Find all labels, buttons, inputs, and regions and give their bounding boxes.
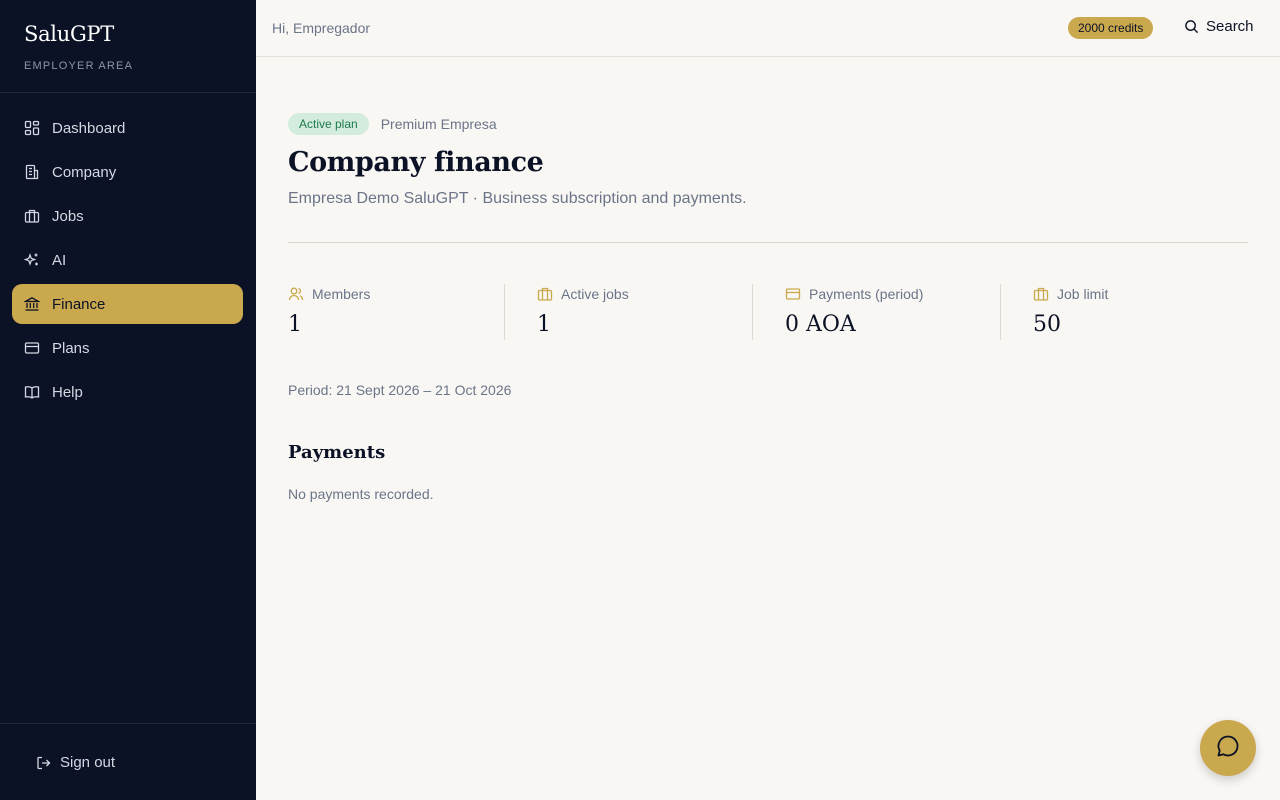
- search-button[interactable]: Search: [1184, 18, 1254, 35]
- greeting: Hi, Empregador: [272, 20, 371, 36]
- sidebar-item-label: Finance: [52, 295, 106, 313]
- search-label: Search: [1206, 18, 1254, 35]
- stat-label: Members: [312, 286, 371, 302]
- plan-name: Premium Empresa: [380, 116, 497, 132]
- topbar: Hi, Empregador 2000 credits Search: [256, 0, 1280, 57]
- credit-card-icon: [24, 340, 40, 356]
- briefcase-icon: [1033, 286, 1049, 302]
- sidebar: SaluGPT EMPLOYER AREA Dashboard Company …: [0, 0, 256, 800]
- sidebar-footer: Sign out: [0, 723, 256, 800]
- brand-name[interactable]: SaluGPT: [24, 22, 232, 46]
- briefcase-icon: [24, 208, 40, 224]
- chat-button[interactable]: [1200, 720, 1256, 776]
- stat-label: Job limit: [1057, 286, 1109, 302]
- sparkles-icon: [24, 252, 40, 268]
- dashboard-icon: [24, 120, 40, 136]
- sidebar-item-ai[interactable]: AI: [12, 240, 243, 280]
- users-icon: [288, 286, 304, 302]
- stat-payments: Payments (period) 0 AOA: [752, 284, 1000, 340]
- stat-job-limit: Job limit 50: [1000, 284, 1248, 340]
- page-title: Company finance: [288, 147, 544, 178]
- period-text: Period: 21 Sept 2026 – 21 Oct 2026: [288, 382, 512, 398]
- sidebar-item-label: Company: [52, 163, 117, 181]
- sidebar-item-jobs[interactable]: Jobs: [12, 196, 243, 236]
- sidebar-item-label: AI: [52, 251, 67, 269]
- bank-icon: [24, 296, 40, 312]
- stat-value: 1: [537, 312, 551, 337]
- sidebar-item-dashboard[interactable]: Dashboard: [12, 108, 243, 148]
- sidebar-item-label: Dashboard: [52, 119, 126, 137]
- sign-out-label: Sign out: [60, 754, 116, 771]
- sidebar-item-help[interactable]: Help: [12, 372, 243, 412]
- sidebar-item-label: Plans: [52, 339, 90, 357]
- search-icon: [1184, 19, 1199, 34]
- stat-label: Active jobs: [561, 286, 629, 302]
- sign-out-button[interactable]: Sign out: [36, 754, 115, 771]
- chat-bubble-icon: [1215, 733, 1241, 764]
- stat-active-jobs: Active jobs 1: [504, 284, 752, 340]
- brand: SaluGPT EMPLOYER AREA: [0, 0, 256, 93]
- stats-row: Members 1 Active jobs 1 Payments (period…: [288, 284, 1248, 340]
- sidebar-item-label: Help: [52, 383, 83, 401]
- stat-value: 0 AOA: [785, 312, 856, 337]
- stat-members: Members 1: [288, 284, 504, 340]
- building-icon: [24, 164, 40, 180]
- sidebar-item-label: Jobs: [52, 207, 84, 225]
- payments-title: Payments: [288, 442, 386, 463]
- divider: [288, 242, 1248, 243]
- plan-row: Active plan Premium Empresa: [288, 113, 497, 135]
- book-icon: [24, 384, 40, 400]
- stat-label: Payments (period): [809, 286, 924, 302]
- sidebar-item-finance[interactable]: Finance: [12, 284, 243, 324]
- credits-badge[interactable]: 2000 credits: [1068, 17, 1154, 39]
- page-subtitle: Empresa Demo SaluGPT · Business subscrip…: [288, 190, 747, 207]
- credit-card-icon: [785, 286, 801, 302]
- stat-value: 1: [288, 312, 302, 337]
- sign-out-icon: [36, 755, 52, 771]
- payments-empty-message: No payments recorded.: [288, 486, 434, 502]
- brand-subtitle: EMPLOYER AREA: [24, 60, 134, 72]
- stat-value: 50: [1033, 312, 1061, 337]
- briefcase-icon: [537, 286, 553, 302]
- sidebar-item-plans[interactable]: Plans: [12, 328, 243, 368]
- sidebar-item-company[interactable]: Company: [12, 152, 243, 192]
- sidebar-nav: Dashboard Company Jobs AI Finance Plans …: [0, 93, 256, 412]
- status-badge: Active plan: [288, 113, 369, 135]
